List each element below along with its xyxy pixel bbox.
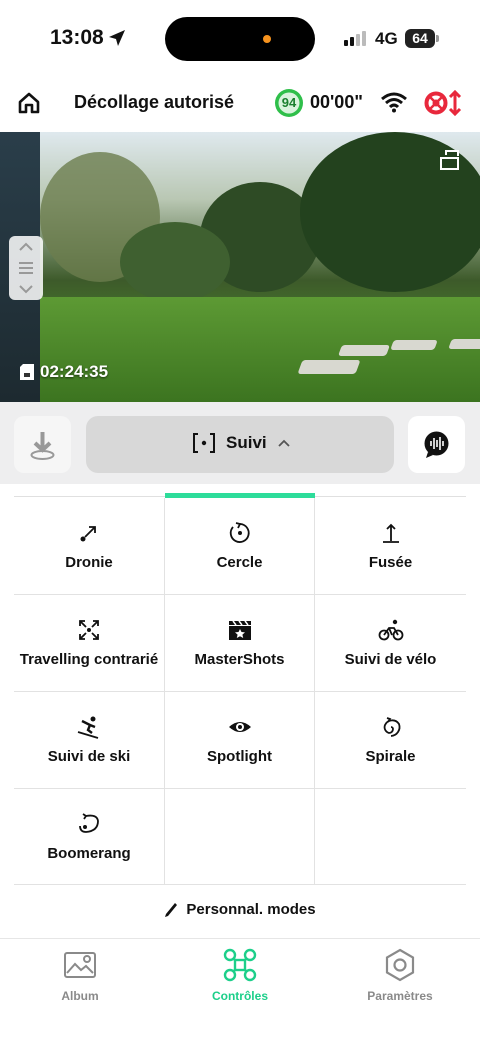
- mode-dronie[interactable]: Dronie: [14, 498, 165, 595]
- flight-time: 00'00": [310, 92, 363, 112]
- recording-indicator: 02:24:35: [20, 362, 108, 382]
- camera-video-feed[interactable]: 02:24:35: [0, 132, 480, 402]
- rocket-icon: [382, 523, 399, 543]
- mode-label: Suivi: [226, 433, 267, 452]
- nav-settings[interactable]: Paramètres: [340, 947, 460, 1003]
- mode-rocket[interactable]: Fusée: [315, 498, 466, 595]
- home-icon[interactable]: [16, 90, 42, 116]
- download-icon: [30, 432, 55, 460]
- bike-icon: [378, 619, 403, 641]
- gimbal-slider[interactable]: [9, 236, 43, 300]
- clapper-icon: [228, 620, 251, 640]
- mode-grid: Dronie Cercle Fusée Travelling contrarié…: [14, 498, 466, 885]
- follow-icon: [193, 433, 215, 453]
- settings-hexagon-icon: [385, 948, 415, 982]
- pencil-icon: [165, 902, 178, 917]
- custom-modes-label: Personnal. modes: [186, 901, 316, 918]
- sd-card-icon: [20, 364, 34, 380]
- mode-empty-slot: [315, 789, 466, 885]
- nav-controls[interactable]: Contrôles: [180, 947, 300, 1003]
- dynamic-island: [165, 17, 315, 61]
- mode-boomerang[interactable]: Boomerang: [14, 789, 165, 885]
- chevron-up-icon: [277, 439, 290, 447]
- custom-modes-button[interactable]: Personnal. modes: [14, 885, 466, 934]
- eye-icon: [228, 722, 251, 732]
- network-type: 4G: [375, 29, 398, 48]
- spiral-icon: [383, 717, 400, 737]
- circle-icon: [229, 522, 250, 543]
- mode-selector-button[interactable]: Suivi: [86, 416, 394, 473]
- status-bar: 13:08 4G 64: [0, 0, 480, 78]
- status-time: 13:08: [50, 26, 104, 49]
- mode-circle[interactable]: Cercle: [165, 498, 315, 595]
- flight-status-title: Décollage autorisé: [74, 92, 235, 112]
- dronie-icon: [80, 526, 96, 542]
- mode-ski[interactable]: Suivi de ski: [14, 692, 165, 789]
- voice-icon: [424, 431, 449, 458]
- travelling-icon: [79, 620, 99, 640]
- flight-mode-panel: Dronie Cercle Fusée Travelling contrarié…: [14, 484, 466, 934]
- nav-album[interactable]: Album: [20, 947, 140, 1003]
- recording-time: 02:24:35: [40, 362, 109, 381]
- mode-spiral[interactable]: Spirale: [315, 692, 466, 789]
- mode-spotlight[interactable]: Spotlight: [165, 692, 315, 789]
- phone-battery: 64: [405, 29, 435, 48]
- controls-row: Suivi: [0, 402, 480, 484]
- drone-battery-indicator: 94: [273, 87, 305, 119]
- fullscreen-rotate-icon[interactable]: [438, 148, 462, 172]
- mode-empty-slot: [165, 789, 315, 885]
- location-arrow-icon: [109, 30, 125, 46]
- voice-command-button[interactable]: [408, 416, 465, 473]
- drone-icon: [223, 948, 257, 982]
- download-button[interactable]: [14, 416, 71, 473]
- cell-signal-icon: [344, 31, 366, 46]
- alert-icon[interactable]: [424, 89, 464, 117]
- mode-mastershots[interactable]: MasterShots: [165, 595, 315, 692]
- wifi-icon: [381, 92, 407, 113]
- album-icon: [64, 952, 96, 978]
- mode-travelling[interactable]: Travelling contrarié: [14, 595, 165, 692]
- app-header: Décollage autorisé 94 00'00": [0, 78, 480, 132]
- mode-bike[interactable]: Suivi de vélo: [315, 595, 466, 692]
- boomerang-icon: [79, 813, 99, 833]
- ski-icon: [77, 716, 99, 739]
- bottom-navigation: Album Contrôles Paramètres: [0, 938, 480, 1044]
